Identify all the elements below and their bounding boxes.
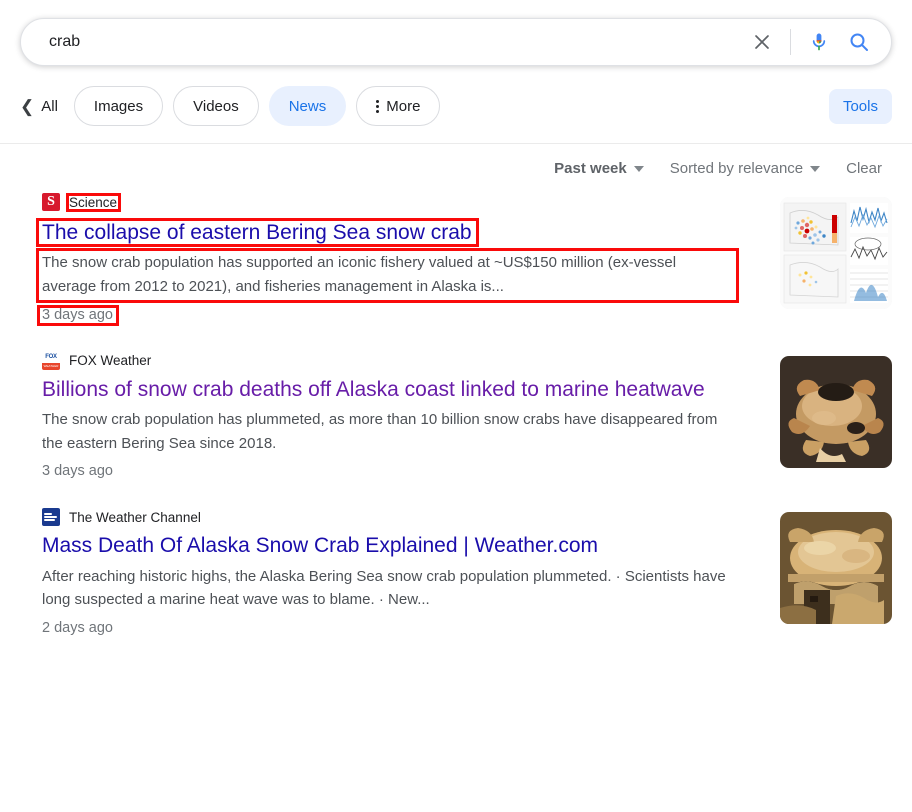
weather-channel-favicon [42,508,60,526]
clear-search-icon[interactable] [742,22,782,62]
search-submit-icon[interactable] [839,22,879,62]
tools-button[interactable]: Tools [829,89,892,124]
tab-all-label: All [41,98,58,115]
vertical-dots-icon [376,100,379,113]
news-result-source-name: FOX Weather [69,353,151,368]
tab-images[interactable]: Images [74,86,163,126]
news-result-item: S Science The collapse of eastern Bering… [42,193,892,324]
search-box-divider [790,29,791,55]
tools-button-label: Tools [843,98,878,115]
fox-weather-favicon: FOXWEATHER [42,352,60,370]
news-result-source-line: S Science [42,193,732,211]
news-result-title-link[interactable]: The collapse of eastern Bering Sea snow … [42,219,472,246]
news-result-source-name: Science [69,195,117,210]
news-result-thumbnail[interactable] [780,197,892,309]
news-result-title-link[interactable]: Mass Death Of Alaska Snow Crab Explained… [42,532,732,559]
chevron-left-icon: ❮ [20,98,34,115]
news-result-source-name: The Weather Channel [69,510,201,525]
search-box-icons [742,22,879,62]
science-favicon: S [42,193,60,211]
news-result-snippet: The snow crab population has plummeted, … [42,408,732,455]
news-results-list: S Science The collapse of eastern Bering… [0,177,912,637]
search-tabs-row: ❮ All Images Videos News More Tools [0,66,912,130]
tab-images-label: Images [94,98,143,115]
news-result-item: The Weather Channel Mass Death Of Alaska… [42,508,892,637]
tab-more-label: More [386,98,420,115]
news-result-content: S Science The collapse of eastern Bering… [42,193,732,324]
time-filter-dropdown[interactable]: Past week [554,160,644,177]
news-result-item: FOXWEATHER FOX Weather Billions of snow … [42,352,892,481]
news-result-date: 2 days ago [42,620,113,636]
tab-more[interactable]: More [356,86,440,126]
tab-videos[interactable]: Videos [173,86,259,126]
clear-filters-label: Clear [846,160,882,177]
news-result-source-line: The Weather Channel [42,508,732,526]
news-result-title-link[interactable]: Billions of snow crab deaths off Alaska … [42,376,732,403]
news-result-thumbnail[interactable] [780,356,892,468]
tab-news[interactable]: News [269,86,347,126]
news-result-date: 3 days ago [42,307,113,323]
tab-all[interactable]: ❮ All [20,98,58,115]
news-result-content: FOXWEATHER FOX Weather Billions of snow … [42,352,732,481]
filter-row: Past week Sorted by relevance Clear [0,144,912,177]
news-result-content: The Weather Channel Mass Death Of Alaska… [42,508,732,637]
search-bar-container [0,0,912,66]
sort-filter-dropdown[interactable]: Sorted by relevance [670,160,820,177]
sort-filter-label: Sorted by relevance [670,160,803,177]
news-result-thumbnail[interactable] [780,512,892,624]
search-box[interactable] [20,18,892,66]
search-input[interactable] [47,19,742,65]
news-result-snippet: After reaching historic highs, the Alask… [42,565,732,612]
news-result-source-line: FOXWEATHER FOX Weather [42,352,732,370]
clear-filters-button[interactable]: Clear [846,160,882,177]
tab-videos-label: Videos [193,98,239,115]
tab-news-label: News [289,98,327,115]
news-result-date: 3 days ago [42,463,113,479]
time-filter-label: Past week [554,160,627,177]
microphone-icon[interactable] [799,22,839,62]
chevron-down-icon [634,166,644,172]
chevron-down-icon [810,166,820,172]
news-result-snippet: The snow crab population has supported a… [42,251,732,298]
